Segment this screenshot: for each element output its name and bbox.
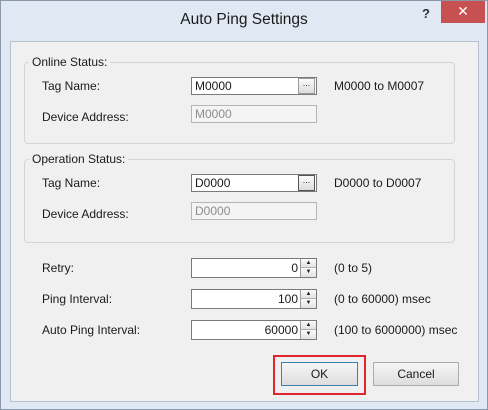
spin-up-icon[interactable]: ▲	[301, 259, 316, 268]
spin-down-icon[interactable]: ▼	[301, 299, 316, 308]
auto-ping-interval-value: 60000	[264, 323, 298, 337]
title-bar: Auto Ping Settings ? ✕	[1, 1, 487, 41]
spin-down-icon[interactable]: ▼	[301, 268, 316, 277]
online-browse-button[interactable]: ...	[298, 78, 315, 94]
online-device-address-field: M0000	[191, 105, 317, 123]
retry-spin-buttons: ▲ ▼	[300, 259, 316, 277]
ok-button[interactable]: OK	[281, 362, 358, 386]
retry-label: Retry:	[42, 261, 75, 275]
operation-tag-range: D0000 to D0007	[334, 176, 422, 190]
ping-interval-spin-buttons: ▲ ▼	[300, 290, 316, 308]
retry-range: (0 to 5)	[334, 261, 373, 275]
operation-device-address-field: D0000	[191, 202, 317, 220]
dialog-body: Online Status: Tag Name: M0000 ... M0000…	[10, 41, 479, 402]
spin-up-icon[interactable]: ▲	[301, 290, 316, 299]
online-tag-range: M0000 to M0007	[334, 79, 425, 93]
auto-ping-interval-spinner[interactable]: 60000 ▲ ▼	[191, 320, 317, 340]
dialog-window: Auto Ping Settings ? ✕ Online Status: Ta…	[0, 0, 488, 410]
auto-ping-interval-range: (100 to 6000000) msec	[334, 323, 458, 337]
ping-interval-label: Ping Interval:	[42, 292, 113, 306]
online-tag-name-label: Tag Name:	[42, 79, 101, 93]
spin-up-icon[interactable]: ▲	[301, 321, 316, 330]
ping-interval-value: 100	[277, 292, 298, 306]
auto-ping-interval-spin-buttons: ▲ ▼	[300, 321, 316, 339]
operation-browse-button[interactable]: ...	[298, 175, 315, 191]
online-status-label: Online Status:	[29, 55, 111, 69]
operation-status-label: Operation Status:	[29, 152, 129, 166]
close-button[interactable]: ✕	[441, 1, 485, 23]
online-status-group: Online Status:	[24, 55, 455, 144]
cancel-button[interactable]: Cancel	[373, 362, 459, 386]
operation-tag-name-label: Tag Name:	[42, 176, 101, 190]
ping-interval-spinner[interactable]: 100 ▲ ▼	[191, 289, 317, 309]
retry-value: 0	[291, 261, 298, 275]
ping-interval-range: (0 to 60000) msec	[334, 292, 431, 306]
help-button[interactable]: ?	[415, 5, 437, 25]
spin-down-icon[interactable]: ▼	[301, 330, 316, 339]
online-device-address-label: Device Address:	[42, 110, 129, 124]
retry-spinner[interactable]: 0 ▲ ▼	[191, 258, 317, 278]
auto-ping-interval-label: Auto Ping Interval:	[42, 323, 141, 337]
operation-device-address-label: Device Address:	[42, 207, 129, 221]
operation-status-group: Operation Status:	[24, 152, 455, 243]
